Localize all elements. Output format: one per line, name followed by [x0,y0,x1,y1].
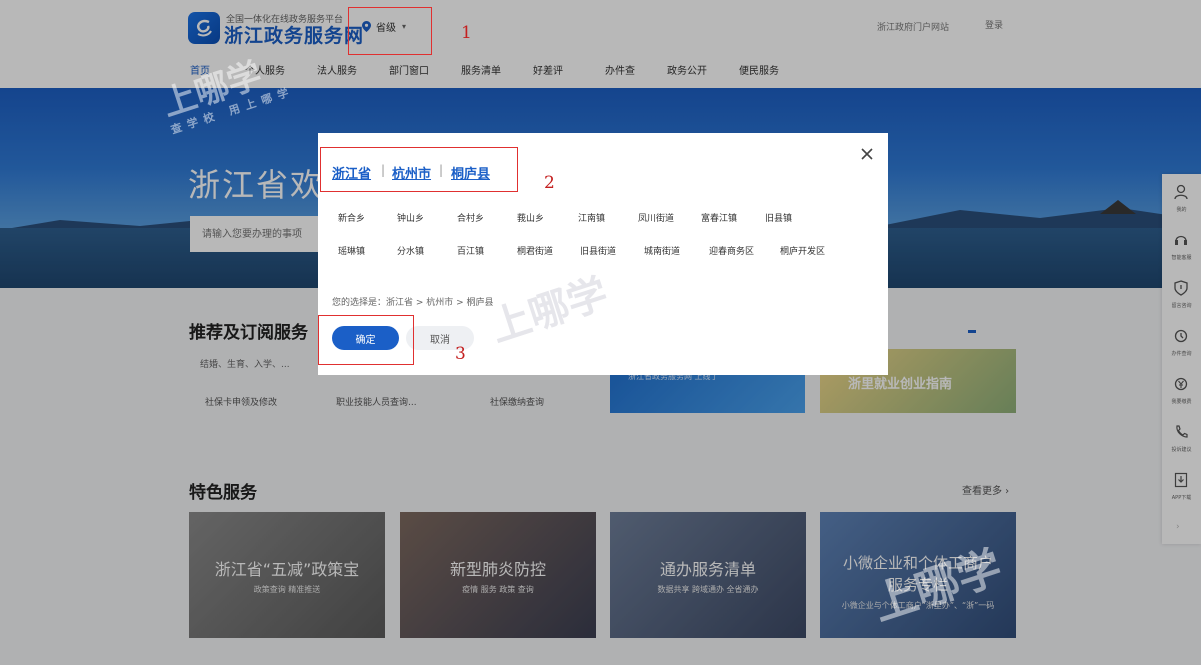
town-option[interactable]: 旧县街道 [580,244,616,257]
annotation-box-location [348,7,432,55]
annotation-number: 2 [544,173,555,193]
town-option[interactable]: 百江镇 [457,244,484,257]
town-option[interactable]: 凤川街道 [638,211,674,224]
town-option[interactable]: 江南镇 [578,211,605,224]
town-option[interactable]: 迎春商务区 [709,244,754,257]
town-option[interactable]: 钟山乡 [397,211,424,224]
close-icon [861,148,873,160]
selection-summary: 您的选择是：浙江省 > 杭州市 > 桐庐县 [332,298,494,308]
annotation-number: 3 [455,344,466,364]
town-option[interactable]: 合村乡 [457,211,484,224]
town-option[interactable]: 旧县镇 [765,211,792,224]
annotation-box-breadcrumb [320,147,518,192]
close-button[interactable] [856,143,878,165]
town-option[interactable]: 新合乡 [338,211,365,224]
town-option[interactable]: 桐庐开发区 [780,244,825,257]
town-option[interactable]: 莪山乡 [517,211,544,224]
town-option[interactable]: 城南街道 [644,244,680,257]
town-option[interactable]: 桐君街道 [517,244,553,257]
town-option[interactable]: 瑶琳镇 [338,244,365,257]
town-option[interactable]: 分水镇 [397,244,424,257]
annotation-number: 1 [461,23,472,43]
town-option[interactable]: 富春江镇 [701,211,737,224]
annotation-box-confirm [318,315,414,365]
